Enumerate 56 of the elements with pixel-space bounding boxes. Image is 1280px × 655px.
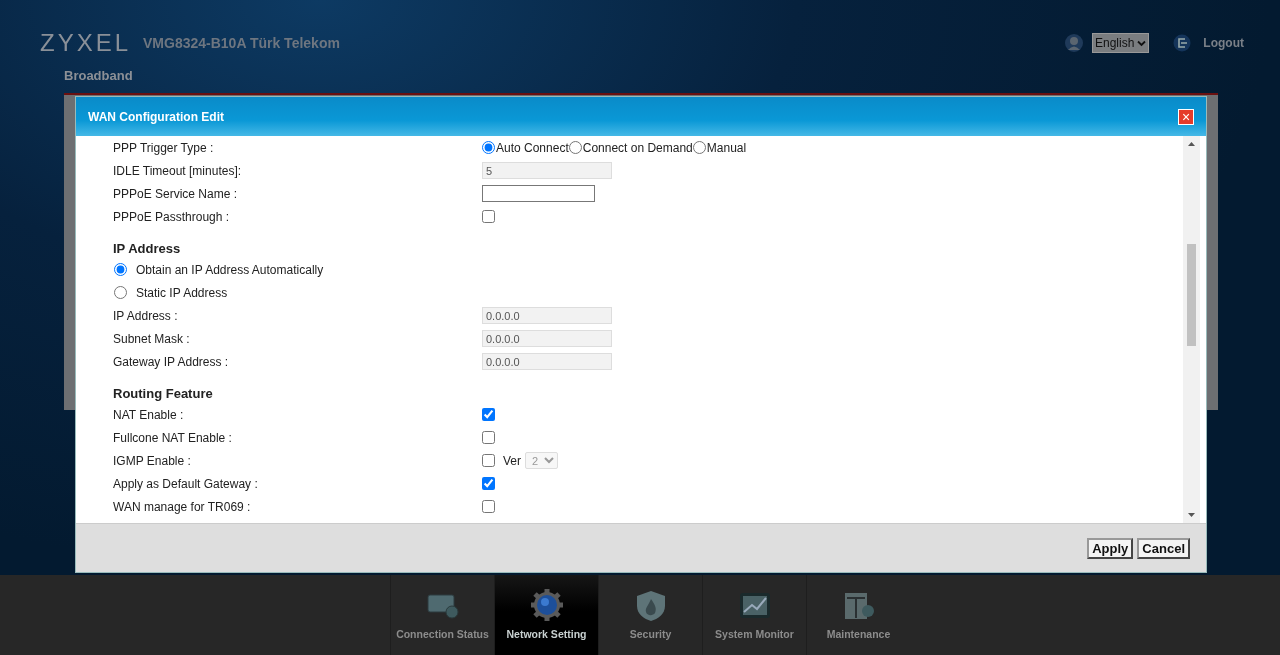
radio-button[interactable]	[114, 286, 127, 299]
nav-label: System Monitor	[715, 627, 794, 642]
settings-icon	[528, 589, 565, 623]
dialog-title: WAN Configuration Edit	[88, 108, 224, 126]
section-heading: IP Address	[113, 239, 181, 258]
cancel-button[interactable]: Cancel	[1137, 537, 1190, 559]
nav-label: Network Setting	[506, 627, 587, 642]
radio-option[interactable]: Obtain an IP Address Automatically	[114, 260, 324, 279]
apply-button[interactable]: Apply	[1087, 537, 1134, 559]
page-title: Broadband	[64, 68, 133, 83]
field-label: IDLE Timeout [minutes]:	[113, 162, 243, 180]
field-label: PPPoE Service Name :	[113, 185, 239, 203]
field-label: Fullcone NAT Enable :	[113, 429, 233, 447]
field-label: Subnet Mask :	[113, 330, 191, 348]
field-label: Gateway IP Address :	[113, 353, 230, 371]
nav-label: Security	[629, 627, 672, 642]
logo: ZYXEL	[40, 28, 132, 58]
nav-label: Maintenance	[826, 627, 891, 642]
radio-button[interactable]	[114, 263, 127, 276]
field-label: Apply as Default Gateway :	[113, 475, 259, 493]
radio-option[interactable]: Static IP Address	[114, 283, 228, 302]
field-label: PPP Trigger Type :	[113, 139, 215, 157]
checkbox[interactable]	[482, 431, 495, 444]
close-button[interactable]: ×	[1178, 108, 1194, 125]
checkbox[interactable]	[482, 210, 495, 223]
field-label: WAN manage for TR069 :	[113, 498, 252, 516]
scrollbar[interactable]	[1183, 136, 1200, 523]
model-name: VMG8324-B10A Türk Telekom	[143, 33, 340, 53]
logout-icon	[1173, 34, 1192, 52]
scroll-up-icon[interactable]	[1187, 140, 1196, 149]
logout-link[interactable]: Logout	[1203, 34, 1244, 52]
field-label: NAT Enable :	[113, 406, 185, 424]
radio-button[interactable]	[568, 141, 582, 154]
language-select[interactable]: English	[1092, 33, 1150, 53]
field-label: IGMP Enable :	[113, 452, 192, 470]
input-field[interactable]	[482, 185, 595, 202]
field-label: IP Address :	[113, 307, 179, 325]
nav-tab[interactable]: Network Setting	[494, 575, 598, 655]
radio-button[interactable]	[482, 141, 495, 154]
caret-icon	[1137, 40, 1147, 48]
nav-label: Connection Status	[396, 627, 489, 642]
select-label: Ver	[503, 452, 521, 470]
field-label: PPPoE Passthrough :	[113, 208, 231, 226]
radio-option[interactable]: Manual	[692, 138, 747, 157]
checkbox[interactable]	[482, 477, 495, 490]
section-heading: Routing Feature	[113, 384, 213, 403]
nav-tab[interactable]: Security	[598, 575, 702, 655]
checkbox[interactable]	[482, 408, 495, 421]
radio-button[interactable]	[692, 141, 706, 154]
nav-tab[interactable]: System Monitor	[702, 575, 806, 655]
radio-option[interactable]: Connect on Demand	[568, 138, 693, 157]
scroll-down-icon[interactable]	[1187, 510, 1196, 519]
nav-tab[interactable]: Maintenance	[806, 575, 910, 655]
radio-option[interactable]: Auto Connect	[482, 138, 569, 157]
checkbox[interactable]	[482, 500, 495, 513]
scroll-thumb[interactable]	[1187, 244, 1196, 346]
